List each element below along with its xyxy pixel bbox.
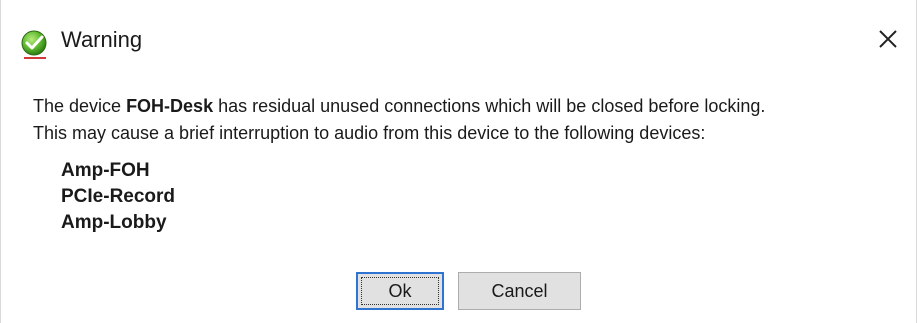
title-bar[interactable]: Warning [1, 0, 916, 80]
warning-message: The device FOH-Desk has residual unused … [33, 93, 903, 147]
affected-device-list: Amp-FOH PCIe-Record Amp-Lobby [61, 158, 175, 236]
green-check-globe-icon [19, 28, 53, 62]
list-item: PCIe-Record [61, 186, 176, 207]
list-item: Amp-Lobby [61, 212, 167, 233]
focus-rectangle [361, 277, 439, 305]
close-button[interactable] [871, 22, 905, 56]
message-suffix: has residual unused connections which wi… [213, 96, 766, 116]
message-line-1: The device FOH-Desk has residual unused … [33, 93, 903, 120]
ok-button[interactable]: Ok [356, 272, 444, 310]
message-prefix: The device [33, 96, 127, 116]
cancel-button[interactable]: Cancel [458, 272, 581, 310]
close-icon [879, 30, 897, 48]
cancel-button-label: Cancel [491, 280, 548, 301]
warning-dialog: Warning The device FOH-Desk has residual… [0, 0, 917, 323]
message-line-2: This may cause a brief interruption to a… [33, 123, 706, 143]
list-item: Amp-FOH [61, 160, 150, 181]
dialog-title: Warning [61, 27, 143, 52]
device-name: FOH-Desk [126, 96, 214, 116]
